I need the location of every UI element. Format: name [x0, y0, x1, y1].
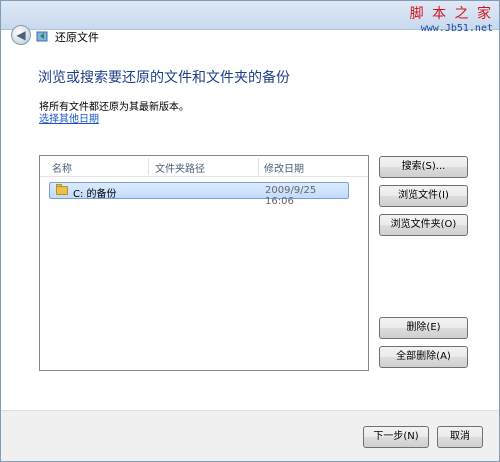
list-item[interactable]: C: 的备份 2009/9/25 16:06 [49, 182, 349, 207]
watermark-text: 脚 本 之 家 [409, 6, 493, 22]
search-button[interactable]: 搜索(S)... [379, 156, 468, 178]
back-arrow-icon: ◀ [16, 28, 26, 42]
column-header-modified-date[interactable]: 修改日期 [264, 160, 304, 175]
column-header-name[interactable]: 名称 [52, 160, 72, 175]
backup-file-list[interactable]: 名称 文件夹路径 修改日期 C: 的备份 2009/9/25 16:06 [39, 155, 369, 371]
footer-bar: 下一步(N) 取消 [1, 410, 499, 461]
watermark-url: www.Jb51.net [420, 23, 493, 34]
watermark: 脚 本 之 家 www.Jb51.net [410, 3, 493, 34]
next-button[interactable]: 下一步(N) [363, 426, 429, 448]
remove-all-button[interactable]: 全部删除(A) [379, 346, 468, 368]
item-modified-date: 2009/9/25 16:06 [265, 185, 317, 207]
remove-button[interactable]: 删除(E) [379, 317, 468, 339]
column-divider[interactable] [258, 158, 259, 175]
folder-icon [56, 186, 68, 195]
item-name: C: 的备份 [73, 189, 117, 200]
back-button[interactable]: ◀ [11, 25, 31, 45]
choose-other-date-link[interactable]: 选择其他日期 [39, 110, 99, 125]
page-heading: 浏览或搜索要还原的文件和文件夹的备份 [38, 70, 290, 86]
column-header-folder-path[interactable]: 文件夹路径 [155, 160, 205, 175]
restore-files-window: 脚 本 之 家 www.Jb51.net ◀ 还原文件 浏览或搜索要还原的文件和… [0, 0, 500, 462]
column-divider[interactable] [148, 158, 149, 175]
list-header: 名称 文件夹路径 修改日期 [40, 156, 368, 177]
browse-files-button[interactable]: 浏览文件(I) [379, 185, 468, 207]
window-title: 还原文件 [55, 31, 99, 44]
cancel-button[interactable]: 取消 [437, 426, 483, 448]
browse-folders-button[interactable]: 浏览文件夹(O) [379, 214, 468, 236]
restore-app-icon [36, 31, 48, 42]
